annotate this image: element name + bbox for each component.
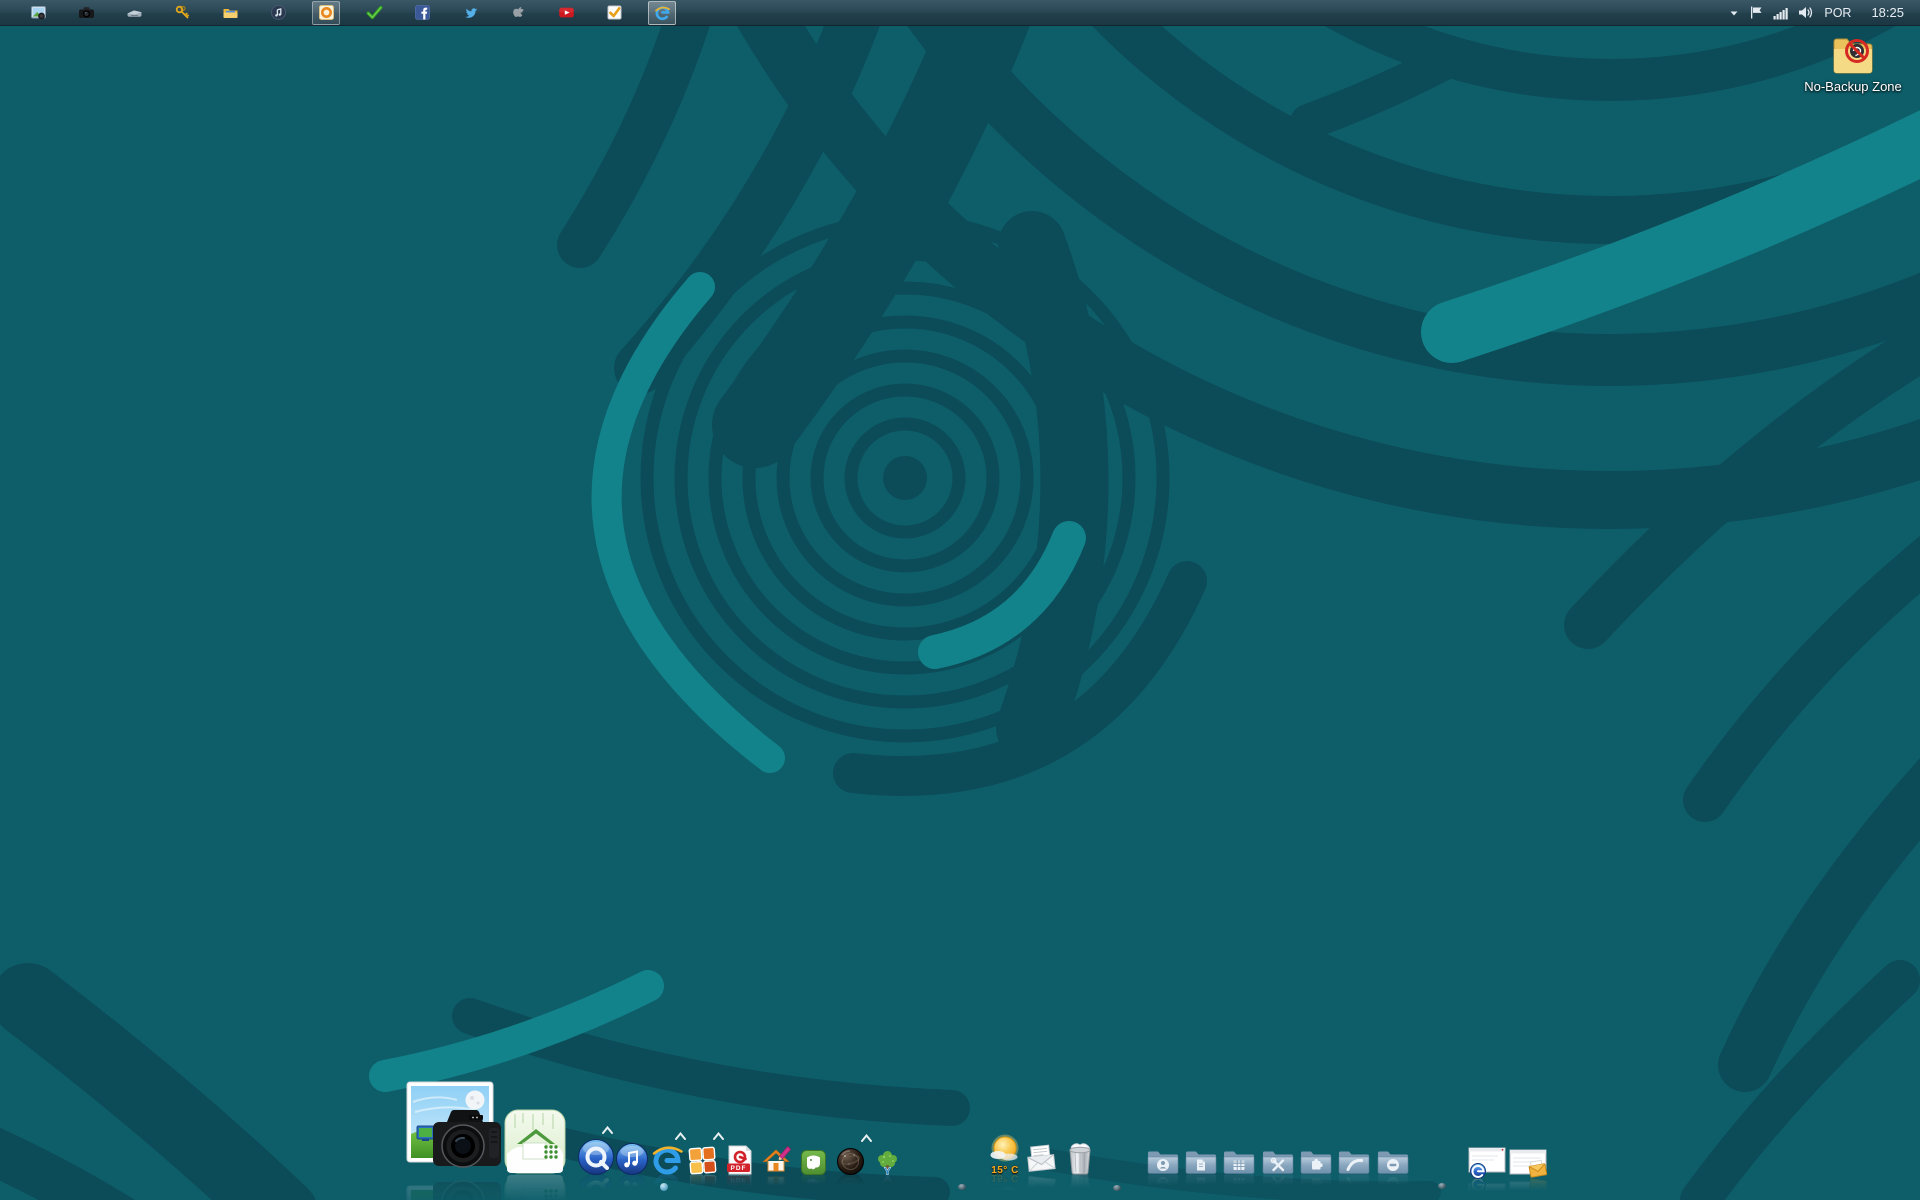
graphics-folder-icon (1337, 1146, 1371, 1176)
volume-icon[interactable] (1798, 5, 1814, 20)
utilities-folder-icon (1261, 1146, 1295, 1176)
dock-item-office[interactable] (687, 1145, 718, 1176)
mail-icon (1024, 1142, 1058, 1176)
taskbar-item-task-list[interactable] (600, 1, 628, 25)
taskbar-item-keys[interactable] (168, 1, 196, 25)
dock-item-home-designer[interactable] (761, 1145, 792, 1176)
spreadsheets-folder-icon (1222, 1146, 1256, 1176)
taskbar-item-internet-explorer[interactable] (648, 1, 676, 25)
ancestry-letter: Y (884, 1167, 891, 1177)
taskbar: POR 18:25 (0, 0, 1920, 26)
family-tree-icon: Y (874, 1149, 901, 1176)
apple-icon (510, 4, 527, 21)
taskbar-item-green-check[interactable] (360, 1, 388, 25)
internet-explorer-icon (654, 4, 671, 21)
network-signal-icon[interactable] (1773, 6, 1788, 20)
no-backup-folder-icon (1826, 30, 1880, 78)
language-indicator[interactable]: POR (1824, 6, 1851, 20)
shared-folder-icon (1146, 1146, 1180, 1176)
pdf-reader-icon: PDF (726, 1144, 754, 1176)
scanner-icon (126, 4, 143, 21)
taskbar-item-photo-viewer[interactable] (24, 1, 52, 25)
hidden-icons-chevron-icon[interactable] (1729, 8, 1739, 18)
plugins-folder-icon (1299, 1146, 1333, 1176)
taskbar-item-camera[interactable] (72, 1, 100, 25)
task-list-icon (606, 4, 623, 21)
green-check-icon (366, 4, 383, 21)
dock-item-folder-shared[interactable] (1146, 1146, 1180, 1176)
office-icon (687, 1145, 718, 1176)
internet-explorer-window-icon (1467, 1146, 1507, 1180)
dock-item-weather[interactable]: 15° C (986, 1134, 1024, 1176)
dock-item-mail[interactable] (1024, 1142, 1058, 1176)
home-suite-icon (503, 1108, 567, 1176)
photo-gallery-camera-icon (405, 1080, 505, 1176)
outlook-window-icon (1508, 1148, 1548, 1180)
taskbar-item-twitter[interactable] (456, 1, 484, 25)
folder-icon (222, 4, 239, 21)
dock-item-evernote[interactable] (800, 1149, 827, 1176)
recycle-bin-icon (1062, 1140, 1098, 1176)
taskbar-item-youtube[interactable] (552, 1, 580, 25)
dock-item-folder-documents[interactable] (1184, 1146, 1218, 1176)
taskbar-icon-row (0, 1, 696, 25)
steam-icon (836, 1147, 865, 1176)
documents-folder-icon (1184, 1146, 1218, 1176)
twitter-icon (462, 4, 479, 21)
wallpaper (0, 0, 1920, 1200)
camera-icon (78, 4, 95, 21)
home-designer-icon (761, 1145, 792, 1176)
dock-item-itunes[interactable] (615, 1142, 649, 1176)
clock[interactable]: 18:25 (1871, 5, 1904, 20)
taskbar-item-facebook[interactable] (408, 1, 436, 25)
weather-temperature-label: 15° C (986, 1165, 1024, 1176)
weather-sun-icon (986, 1134, 1024, 1166)
youtube-icon (558, 4, 575, 21)
taskbar-item-folder[interactable] (216, 1, 244, 25)
outlook-icon (318, 4, 335, 21)
evernote-icon (800, 1149, 827, 1176)
dock-item-window-internet-explorer[interactable] (1467, 1146, 1507, 1180)
dock-item-pdf-reader[interactable]: PDF (726, 1144, 754, 1176)
private-folder-icon (1376, 1146, 1410, 1176)
internet-explorer-dock-icon (651, 1144, 683, 1176)
dock-item-folder-plugins[interactable] (1299, 1146, 1333, 1176)
shortcut-label: No-Backup Zone (1796, 79, 1910, 95)
keys-icon (174, 4, 191, 21)
photo-viewer-icon (30, 4, 47, 21)
facebook-icon (414, 4, 431, 21)
taskbar-item-scanner[interactable] (120, 1, 148, 25)
taskbar-item-itunes[interactable] (264, 1, 292, 25)
desktop-shortcut-no-backup-zone[interactable]: No-Backup Zone (1796, 30, 1910, 95)
dock-item-steam[interactable] (836, 1147, 865, 1176)
dock-item-folder-private[interactable] (1376, 1146, 1410, 1176)
pdf-text: PDF (731, 1165, 747, 1172)
taskbar-item-outlook[interactable] (312, 1, 340, 25)
dock-item-home-suite[interactable] (503, 1108, 567, 1176)
taskbar-item-apple[interactable] (504, 1, 532, 25)
itunes-icon (270, 4, 287, 21)
dock-item-folder-graphics[interactable] (1337, 1146, 1371, 1176)
dock-item-folder-spreadsheets[interactable] (1222, 1146, 1256, 1176)
dock-item-photo-gallery-camera[interactable] (405, 1080, 505, 1176)
desktop-screen: POR 18:25 No-Backup Zone (0, 0, 1920, 1200)
dock-item-recycle-bin[interactable] (1062, 1140, 1098, 1176)
dock-item-folder-utilities[interactable] (1261, 1146, 1295, 1176)
itunes-dock-icon (615, 1142, 649, 1176)
dock-item-window-outlook[interactable] (1508, 1148, 1548, 1180)
action-center-flag-icon[interactable] (1749, 5, 1763, 20)
dock-item-internet-explorer[interactable] (651, 1144, 683, 1176)
quicktime-icon (577, 1138, 615, 1176)
dock-item-quicktime[interactable] (577, 1138, 615, 1176)
dock-item-family-tree[interactable]: Y (874, 1149, 901, 1176)
system-tray: POR 18:25 (1729, 0, 1920, 25)
